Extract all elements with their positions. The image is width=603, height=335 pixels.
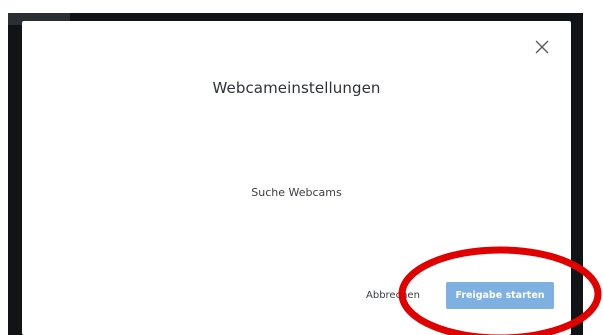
status-text: Suche Webcams [251, 186, 342, 199]
close-button[interactable] [532, 37, 552, 57]
start-sharing-button[interactable]: Freigabe starten [446, 282, 554, 309]
cancel-button[interactable]: Abbrechen [366, 287, 436, 305]
webcam-settings-dialog: Webcameinstellungen Suche Webcams Abbrec… [22, 21, 571, 335]
close-icon [535, 40, 549, 54]
screenshot-frame: Webcameinstellungen Suche Webcams Abbrec… [0, 0, 603, 335]
dialog-title: Webcameinstellungen [212, 79, 381, 97]
